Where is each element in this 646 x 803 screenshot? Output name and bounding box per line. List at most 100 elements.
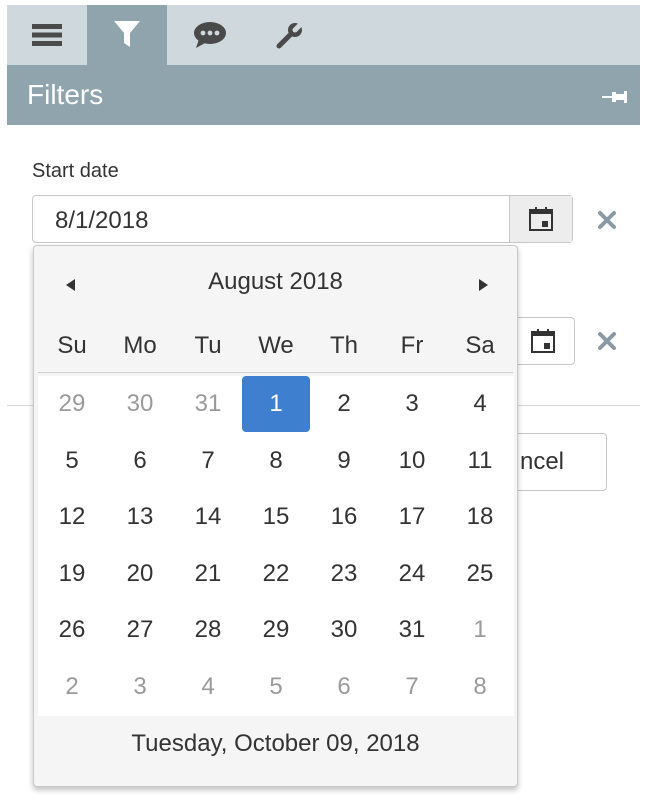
calendar-day[interactable]: 29 [242, 602, 310, 659]
calendar-day-number: 6 [337, 672, 351, 700]
calendar-day-number: 14 [194, 503, 222, 531]
weekday-label: Su [57, 332, 87, 359]
calendar-day-number: 4 [473, 390, 487, 418]
next-month-button[interactable] [468, 270, 498, 300]
calendar-day-number: 8 [473, 672, 487, 700]
calendar-week-row: 5 6 7 8 9 10 11 [38, 433, 514, 490]
calendar-day[interactable]: 10 [378, 433, 446, 490]
weekday-label: Th [329, 332, 358, 359]
calendar-day-number: 31 [398, 616, 426, 644]
clear-end-date-icon[interactable] [597, 331, 617, 351]
calendar-day[interactable]: 2 [310, 376, 378, 433]
calendar-icon [529, 207, 553, 231]
calendar-day[interactable]: 9 [310, 433, 378, 490]
start-date-value[interactable]: 8/1/2018 [55, 207, 148, 235]
calendar-day[interactable]: 7 [378, 659, 446, 716]
calendar-day-number: 25 [466, 559, 494, 587]
calendar-day-number: 4 [201, 672, 215, 700]
weekday-label: Tu [194, 332, 222, 359]
calendar-day-number: 7 [405, 672, 419, 700]
calendar-day[interactable]: 6 [310, 659, 378, 716]
calendar-day[interactable]: 6 [106, 433, 174, 490]
calendar-day[interactable]: 7 [174, 433, 242, 490]
calendar-day[interactable]: 21 [174, 546, 242, 603]
tab-menu[interactable] [7, 5, 87, 65]
calendar-day-number: 9 [337, 446, 351, 474]
calendar-week-row: 12 13 14 15 16 17 18 [38, 489, 514, 546]
calendar-day[interactable]: 27 [106, 602, 174, 659]
calendar-day[interactable]: 2 [38, 659, 106, 716]
calendar-day-number: 22 [262, 559, 290, 587]
calendar-day[interactable]: 4 [446, 376, 514, 433]
month-title[interactable]: August 2018 [34, 268, 517, 296]
calendar-day[interactable]: 4 [174, 659, 242, 716]
calendar-day[interactable]: 8 [446, 659, 514, 716]
calendar-day[interactable]: 22 [242, 546, 310, 603]
calendar-day[interactable]: 12 [38, 489, 106, 546]
calendar-day[interactable]: 5 [38, 433, 106, 490]
calendar-header: August 2018 [34, 266, 517, 300]
calendar-day[interactable]: 30 [310, 602, 378, 659]
calendar-week-row: 29 30 31 1 2 3 4 [38, 376, 514, 433]
calendar-day[interactable]: 13 [106, 489, 174, 546]
calendar-day[interactable]: 24 [378, 546, 446, 603]
end-date-calendar-button[interactable] [512, 318, 574, 364]
calendar-day-number: 1 [269, 390, 283, 418]
start-date-field[interactable]: 8/1/2018 [32, 195, 573, 243]
calendar-day-number: 16 [330, 503, 358, 531]
tab-filter[interactable] [87, 5, 167, 65]
tab-comments[interactable] [170, 5, 250, 65]
clear-start-date-icon[interactable] [597, 210, 617, 230]
calendar-day[interactable]: 28 [174, 602, 242, 659]
calendar-day[interactable]: 30 [106, 376, 174, 433]
calendar-day[interactable]: 14 [174, 489, 242, 546]
calendar-day[interactable]: 3 [106, 659, 174, 716]
weekday-label: We [258, 332, 294, 359]
calendar-day[interactable]: 5 [242, 659, 310, 716]
cancel-button-label: ncel [519, 448, 565, 475]
weekday-label: Fr [400, 332, 424, 359]
calendar-day-number: 27 [126, 616, 154, 644]
calendar-day-number: 30 [330, 616, 358, 644]
calendar-day-number: 21 [194, 559, 222, 587]
calendar-day[interactable]: 18 [446, 489, 514, 546]
panel-title: Filters [27, 79, 104, 110]
today-link[interactable]: Tuesday, October 09, 2018 [34, 724, 517, 764]
start-date-label: Start date [32, 160, 119, 182]
calendar-week-row: 19 20 21 22 23 24 25 [38, 546, 514, 603]
calendar-day-number: 19 [58, 559, 86, 587]
calendar-day[interactable]: 26 [38, 602, 106, 659]
calendar-day[interactable]: 19 [38, 546, 106, 603]
tab-bar [7, 5, 640, 65]
start-date-calendar-button[interactable] [509, 196, 572, 242]
calendar-day[interactable]: 3 [378, 376, 446, 433]
calendar-week-row: 2 3 4 5 6 7 8 [38, 659, 514, 716]
calendar-day[interactable]: 17 [378, 489, 446, 546]
calendar-day[interactable]: 31 [174, 376, 242, 433]
wrench-icon [276, 20, 305, 49]
filters-panel: Filters Start date 8/1/2018 ncel August … [7, 5, 640, 803]
calendar-day[interactable]: 20 [106, 546, 174, 603]
calendar-day-selected[interactable]: 1 [242, 376, 310, 433]
calendar-day[interactable]: 15 [242, 489, 310, 546]
calendar-day[interactable]: 11 [446, 433, 514, 490]
calendar-day[interactable]: 8 [242, 433, 310, 490]
calendar-day[interactable]: 1 [446, 602, 514, 659]
weekday-header: Su Mo Tu We Th Fr Sa [38, 326, 516, 366]
tab-settings[interactable] [250, 5, 330, 65]
calendar-day[interactable]: 29 [38, 376, 106, 433]
calendar-day-number: 3 [405, 390, 419, 418]
filter-icon [114, 21, 140, 47]
calendar-day[interactable]: 16 [310, 489, 378, 546]
pin-icon[interactable] [602, 87, 628, 107]
speech-bubble-icon [194, 22, 226, 48]
calendar-day[interactable]: 31 [378, 602, 446, 659]
calendar-day-number: 23 [330, 559, 358, 587]
calendar-popup: August 2018 Su Mo Tu We Th Fr Sa 29 30 31 1 2 3 4 5 6 7… [33, 245, 518, 787]
calendar-day-number: 24 [398, 559, 426, 587]
calendar-day-number: 1 [473, 616, 487, 644]
calendar-day-number: 29 [58, 390, 86, 418]
hamburger-icon [32, 24, 62, 46]
calendar-day[interactable]: 23 [310, 546, 378, 603]
calendar-day[interactable]: 25 [446, 546, 514, 603]
